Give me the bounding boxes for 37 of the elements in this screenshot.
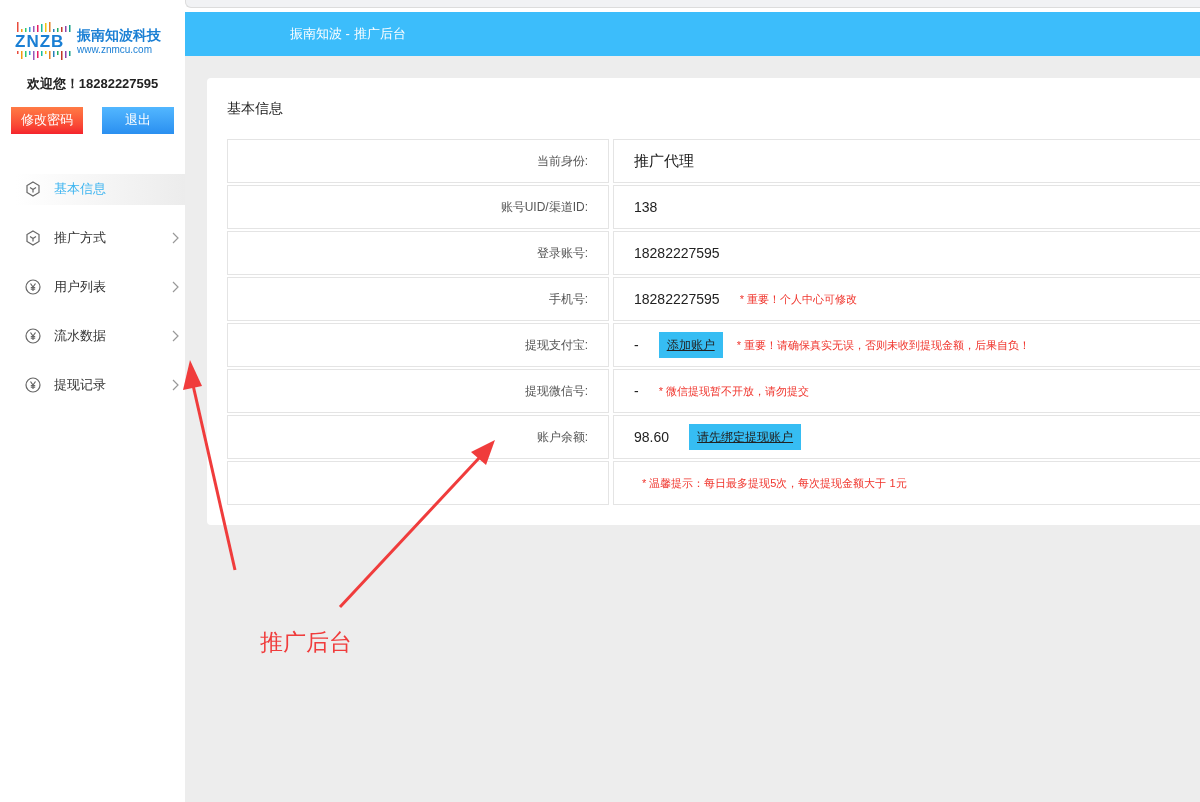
cube-icon — [25, 230, 41, 246]
field-label: 账户余额: — [536, 429, 588, 446]
yen-icon — [25, 279, 41, 295]
logo-bars-drawing — [15, 22, 73, 60]
logo-mark: ZNZB — [15, 32, 65, 50]
field-value: - — [634, 335, 639, 355]
action-button[interactable]: 请先绑定提现账户 — [689, 424, 802, 450]
note-text: * 重要！个人中心可修改 — [739, 291, 857, 307]
header-title: 振南知波 - 推广后台 — [290, 25, 406, 44]
field-value: - — [634, 381, 639, 401]
logo-url: www.znmcu.com — [77, 44, 153, 55]
note-text: * 微信提现暂不开放，请勿提交 — [658, 383, 809, 399]
field-label: 提现微信号: — [524, 383, 588, 400]
field-value: 18282227595 — [634, 289, 720, 309]
cube-icon — [25, 181, 41, 197]
field-label: 提现支付宝: — [524, 337, 588, 354]
annotation-text: 推广后台 — [260, 628, 352, 657]
logo-name: 振南知波科技 — [77, 27, 161, 45]
yen-icon — [25, 328, 41, 344]
note-text: * 温馨提示：每日最多提现5次，每次提现金额大于 1元 — [642, 475, 907, 491]
yen-icon — [25, 377, 41, 393]
field-label: 当前身份: — [536, 153, 588, 170]
note-text: * 重要！请确保真实无误，否则未收到提现金额，后果自负！ — [736, 337, 1030, 353]
field-label: 手机号: — [548, 291, 588, 308]
field-value: 138 — [634, 197, 658, 217]
welcome-text: 欢迎您！18282227595 — [26, 75, 159, 93]
card-title: 基本信息 — [227, 99, 284, 118]
field-value: 推广代理 — [634, 150, 694, 171]
sidebar-item[interactable]: 用户列表 — [16, 271, 185, 303]
field-value: 98.60 — [634, 427, 670, 447]
field-label: 登录账号: — [536, 245, 588, 262]
sidebar-item[interactable]: 提现记录 — [16, 369, 185, 401]
field-label: 账号UID/渠道ID: — [500, 199, 588, 216]
sidebar-item[interactable]: 流水数据 — [16, 320, 185, 352]
action-button[interactable]: 添加账户 — [658, 332, 723, 358]
sidebar-item[interactable]: 推广方式 — [16, 222, 185, 254]
field-value: 18282227595 — [634, 243, 720, 263]
